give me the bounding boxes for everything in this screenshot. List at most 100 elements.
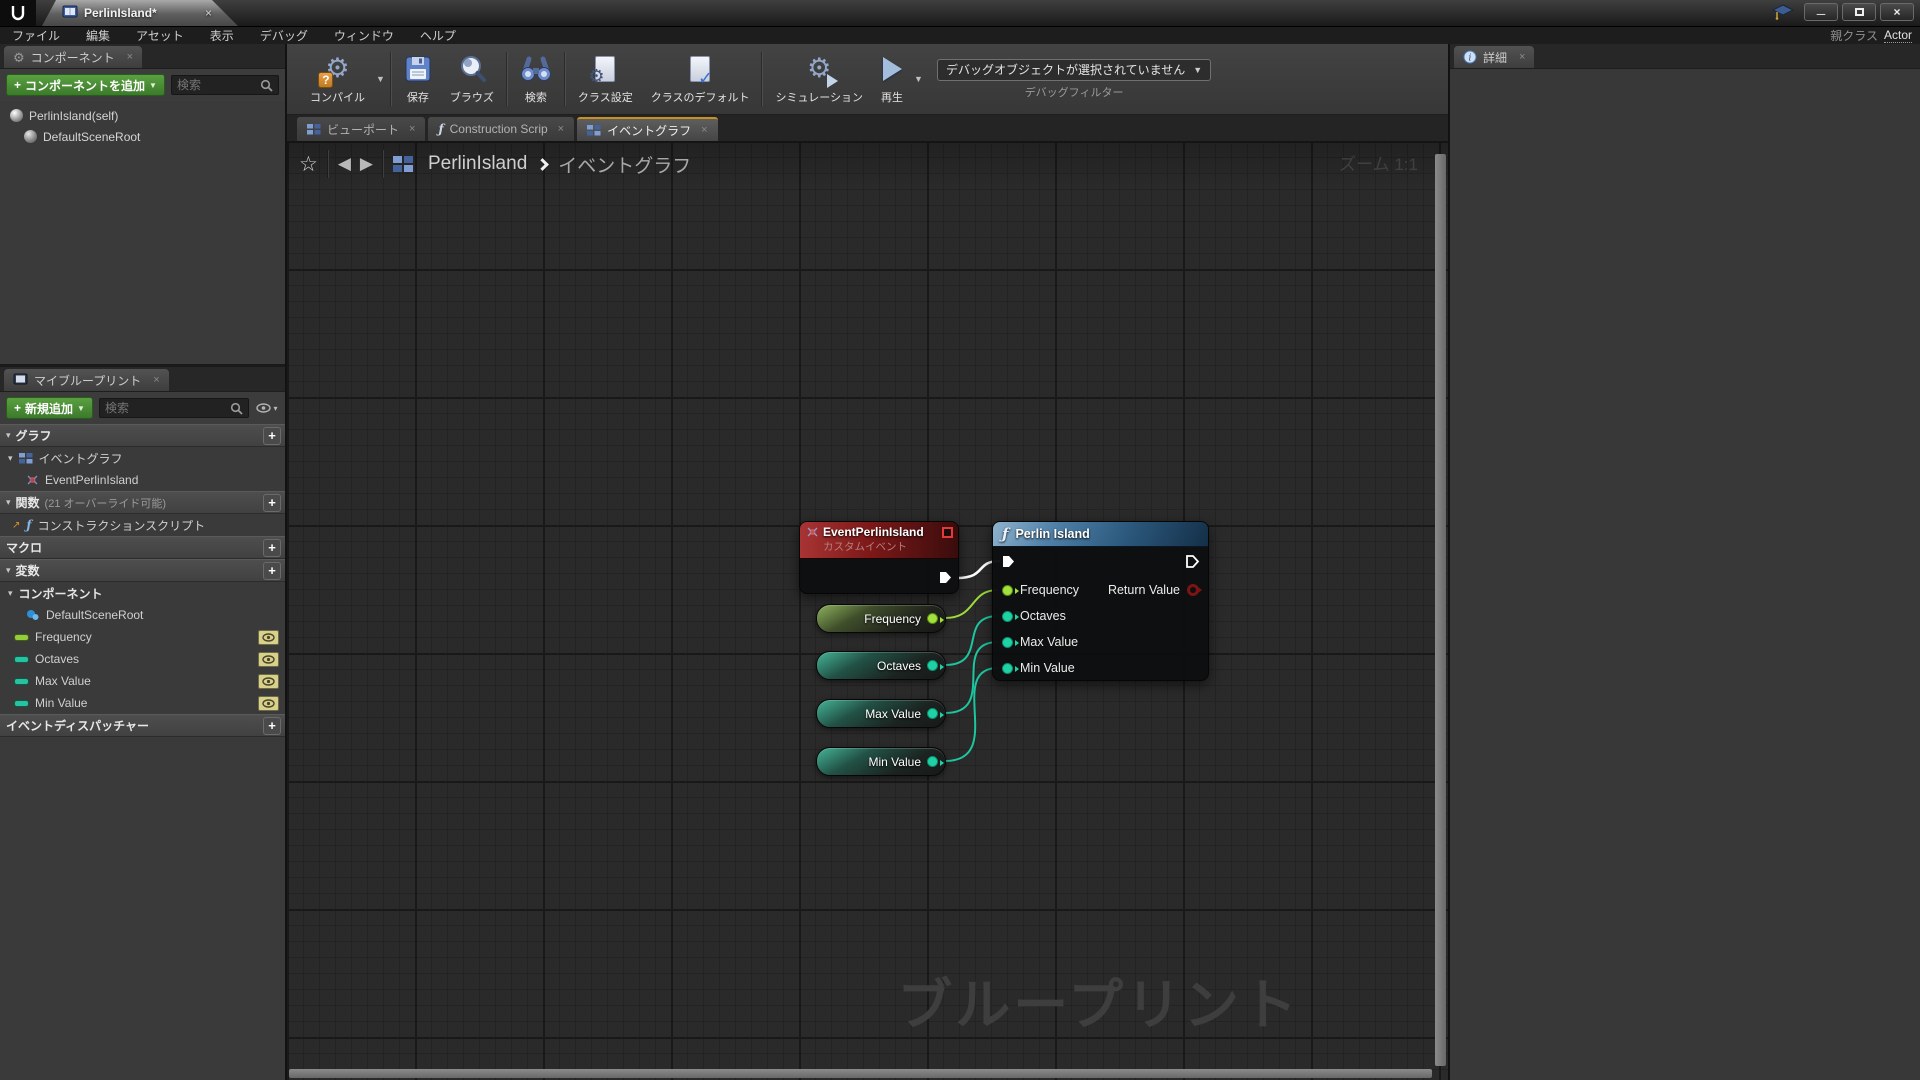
- add-component-button[interactable]: + コンポーネントを追加 ▼: [6, 74, 165, 96]
- tab-close-icon[interactable]: ×: [409, 123, 415, 135]
- input-pin-minvalue[interactable]: Min Value: [1002, 657, 1075, 679]
- add-graph-button[interactable]: +: [263, 426, 281, 445]
- return-pin-icon[interactable]: [1187, 584, 1202, 596]
- visibility-filter-button[interactable]: ▾: [255, 398, 279, 418]
- node-event-perlinisland[interactable]: EventPerlinIsland カスタムイベント: [799, 521, 959, 594]
- int-pin-icon[interactable]: [927, 660, 944, 671]
- breadcrumb-asset[interactable]: PerlinIsland: [428, 153, 527, 175]
- class-defaults-button[interactable]: ✓ クラスのデフォルト: [642, 48, 759, 111]
- class-settings-button[interactable]: ⚙ クラス設定: [569, 48, 642, 111]
- section-graphs[interactable]: ▾ グラフ +: [0, 424, 285, 447]
- variable-visibility-eye-icon[interactable]: [258, 673, 279, 689]
- add-variable-button[interactable]: +: [263, 561, 281, 580]
- minimize-button[interactable]: ─: [1804, 3, 1838, 21]
- int-pin-icon[interactable]: [927, 756, 944, 767]
- menu-view[interactable]: 表示: [210, 27, 234, 44]
- simulate-button[interactable]: ⚙ シミュレーション: [766, 48, 872, 111]
- scene-root-variable-row[interactable]: DefaultSceneRoot: [0, 604, 285, 626]
- getter-node-minvalue[interactable]: Min Value: [816, 747, 946, 776]
- input-pin-octaves[interactable]: Octaves: [1002, 605, 1066, 627]
- add-macro-button[interactable]: +: [263, 538, 281, 557]
- section-event-dispatchers[interactable]: イベントディスパッチャー +: [0, 714, 285, 737]
- my-blueprint-search-input[interactable]: [104, 401, 230, 415]
- tutorial-cap-icon[interactable]: [1772, 4, 1794, 20]
- components-panel-tab[interactable]: ⚙ コンポーネント ×: [4, 46, 143, 68]
- menu-window[interactable]: ウィンドウ: [334, 27, 394, 44]
- int-pin-icon[interactable]: [1002, 636, 1019, 648]
- my-blueprint-tab[interactable]: マイブループリント ×: [4, 369, 169, 391]
- graph-vertical-scrollbar[interactable]: [1435, 154, 1446, 1066]
- add-dispatcher-button[interactable]: +: [263, 716, 281, 735]
- add-new-button[interactable]: + 新規追加 ▼: [6, 397, 93, 419]
- forward-arrow-icon[interactable]: ▶: [360, 154, 373, 174]
- event-graph-item[interactable]: ▾ イベントグラフ: [0, 447, 285, 469]
- menu-edit[interactable]: 編集: [86, 27, 110, 44]
- getter-node-maxvalue[interactable]: Max Value: [816, 699, 946, 728]
- event-graph-canvas[interactable]: ☆ ◀ ▶ PerlinIsland イベントグラフ ズーム 1:1 ブループリ…: [287, 141, 1448, 1080]
- variable-visibility-eye-icon[interactable]: [258, 629, 279, 645]
- delegate-pin[interactable]: [942, 527, 953, 538]
- asset-tab-close-icon[interactable]: ×: [205, 6, 212, 20]
- int-pin-icon[interactable]: [1002, 662, 1019, 674]
- details-tab-close-icon[interactable]: ×: [1519, 51, 1525, 63]
- getter-node-frequency[interactable]: Frequency: [816, 604, 946, 633]
- back-arrow-icon[interactable]: ◀: [338, 154, 351, 174]
- browse-button[interactable]: ブラウズ: [441, 48, 503, 111]
- exec-input-pin[interactable]: [1001, 554, 1016, 569]
- section-functions[interactable]: ▾ 関数 (21 オーバーライド可能) +: [0, 491, 285, 514]
- components-search-input[interactable]: [176, 78, 260, 92]
- variable-row-octaves[interactable]: Octaves: [0, 648, 285, 670]
- variable-visibility-eye-icon[interactable]: [258, 651, 279, 667]
- getter-node-octaves[interactable]: Octaves: [816, 651, 946, 680]
- exec-output-pin[interactable]: [1185, 554, 1200, 569]
- components-tab-close-icon[interactable]: ×: [127, 51, 133, 63]
- variable-row-frequency[interactable]: Frequency: [0, 626, 285, 648]
- tab-close-icon[interactable]: ×: [701, 124, 707, 136]
- collapse-icon[interactable]: ▾: [8, 588, 13, 599]
- menu-asset[interactable]: アセット: [136, 27, 184, 44]
- collapse-icon[interactable]: ▾: [6, 430, 11, 441]
- menu-debug[interactable]: デバッグ: [260, 27, 308, 44]
- debug-object-dropdown[interactable]: デバッグオブジェクトが選択されていません ▼: [936, 58, 1212, 81]
- breadcrumb-graph[interactable]: イベントグラフ: [558, 151, 691, 178]
- construction-script-item[interactable]: ↗ ƒ コンストラクションスクリプト: [0, 514, 285, 536]
- add-function-button[interactable]: +: [263, 493, 281, 512]
- section-macros[interactable]: マクロ +: [0, 536, 285, 559]
- node-perlin-island[interactable]: ƒ Perlin Island Frequency Octaves Max Va…: [992, 521, 1209, 681]
- play-button[interactable]: 再生: [872, 48, 912, 111]
- tab-viewport[interactable]: ビューポート ×: [297, 117, 426, 141]
- tab-construction-script[interactable]: ƒ Construction Scrip ×: [428, 117, 575, 141]
- float-pin-icon[interactable]: [927, 613, 944, 624]
- tab-event-graph[interactable]: イベントグラフ ×: [577, 117, 718, 141]
- component-item-sceneroot[interactable]: DefaultSceneRoot: [0, 126, 285, 147]
- variable-row-minvalue[interactable]: Min Value: [0, 692, 285, 714]
- exec-output-pin[interactable]: [938, 570, 953, 585]
- collapse-icon[interactable]: ▾: [6, 497, 11, 508]
- my-blueprint-search-box[interactable]: [98, 398, 249, 418]
- menu-help[interactable]: ヘルプ: [420, 27, 456, 44]
- graph-horizontal-scrollbar[interactable]: [289, 1069, 1432, 1078]
- input-pin-maxvalue[interactable]: Max Value: [1002, 631, 1078, 653]
- play-options-chevron-icon[interactable]: ▼: [914, 74, 923, 84]
- collapse-icon[interactable]: ▾: [8, 453, 13, 464]
- details-tab[interactable]: i 詳細 ×: [1454, 46, 1535, 68]
- components-group-row[interactable]: ▾ コンポーネント: [0, 582, 285, 604]
- variable-row-maxvalue[interactable]: Max Value: [0, 670, 285, 692]
- variable-visibility-eye-icon[interactable]: [258, 695, 279, 711]
- maximize-button[interactable]: [1842, 3, 1876, 21]
- input-pin-frequency[interactable]: Frequency: [1002, 579, 1079, 601]
- component-item-self[interactable]: PerlinIsland(self): [0, 105, 285, 126]
- parent-class-link[interactable]: Actor: [1883, 28, 1912, 43]
- find-button[interactable]: 検索: [511, 48, 561, 111]
- menu-file[interactable]: ファイル: [12, 27, 60, 44]
- section-variables[interactable]: ▾ 変数 +: [0, 559, 285, 582]
- compile-options-chevron-icon[interactable]: ▼: [376, 74, 385, 84]
- close-button[interactable]: ×: [1880, 3, 1914, 21]
- save-button[interactable]: 保存: [395, 48, 441, 111]
- int-pin-icon[interactable]: [1002, 610, 1019, 622]
- tab-close-icon[interactable]: ×: [558, 123, 564, 135]
- float-pin-icon[interactable]: [1002, 584, 1019, 596]
- asset-tab-perlinisland[interactable]: PerlinIsland* ×: [42, 0, 238, 26]
- favorite-star-icon[interactable]: ☆: [299, 152, 318, 177]
- int-pin-icon[interactable]: [927, 708, 944, 719]
